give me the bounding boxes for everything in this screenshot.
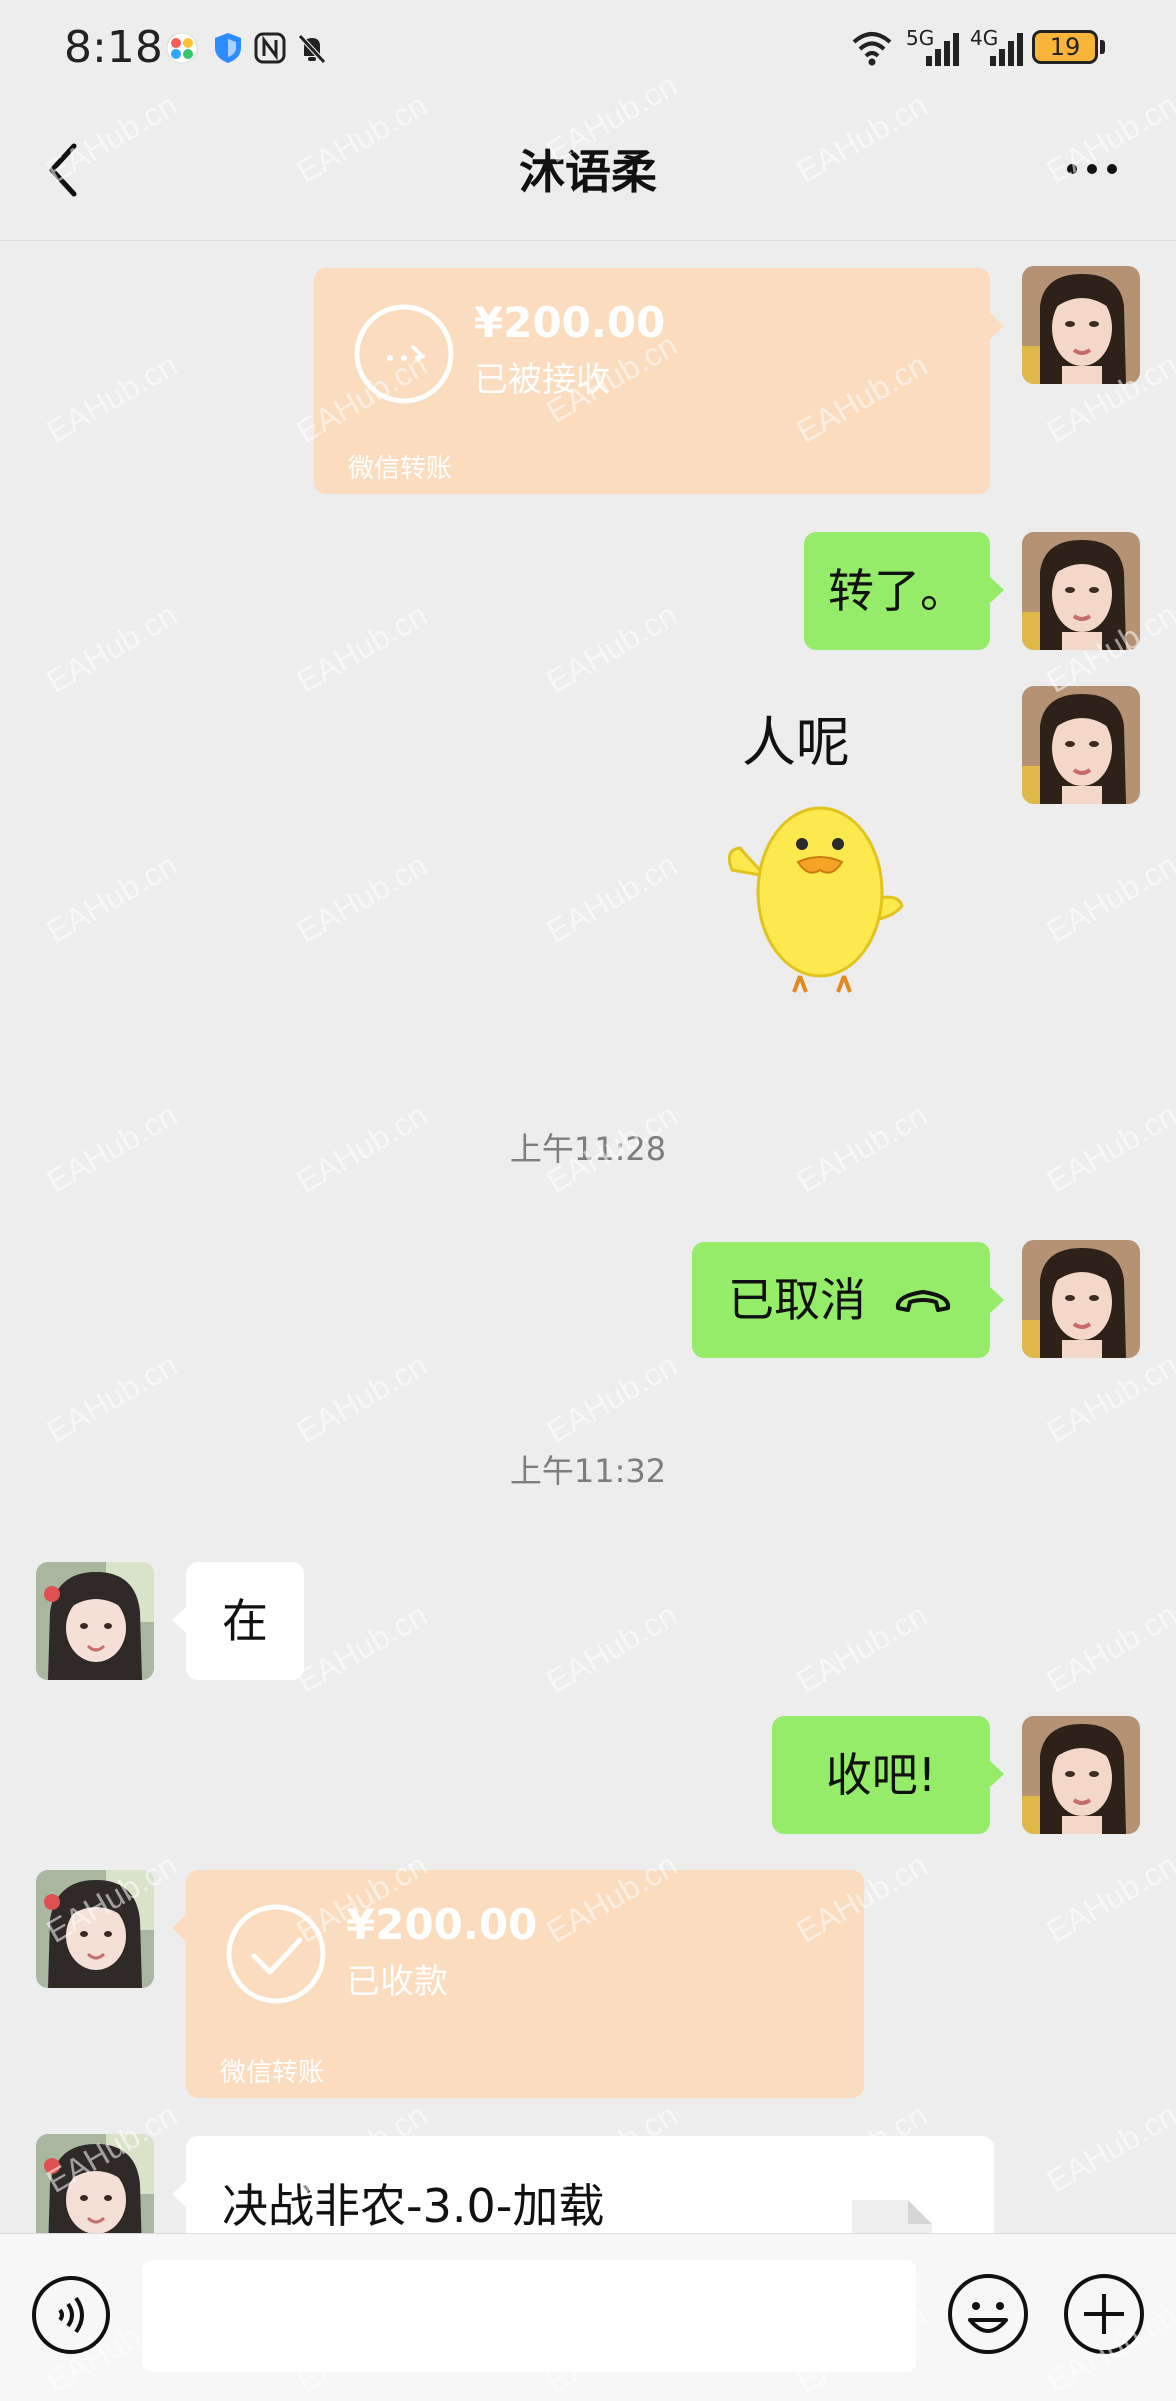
checkmark-circle-icon (226, 1904, 326, 2004)
watermark: EAHub.cn (540, 1346, 684, 1450)
transfer-received-icon (354, 304, 454, 404)
watermark: EAHub.cn (540, 596, 684, 700)
my-avatar[interactable] (1022, 532, 1140, 650)
message-text: 收吧! (825, 1748, 937, 1802)
mute-icon (298, 34, 326, 64)
timestamp: 上午11:32 (509, 1452, 667, 1490)
watermark: EAHub.cn (290, 846, 434, 950)
yellow-duck-sticker-icon (727, 806, 904, 993)
contact-avatar[interactable] (36, 1870, 154, 1988)
girl-portrait-icon (36, 1870, 154, 1988)
watermark: EAHub.cn (540, 1596, 684, 1700)
watermark: EAHub.cn (1040, 2096, 1176, 2200)
app-notification-icon (166, 32, 198, 64)
woman-portrait-icon (1022, 1716, 1140, 1834)
signal-4g-icon (990, 33, 1023, 66)
watermark: EAHub.cn (1040, 1596, 1176, 1700)
woman-portrait-icon (1022, 1240, 1140, 1358)
watermark: EAHub.cn (1040, 1846, 1176, 1950)
message-bubble-received[interactable]: 在 (172, 1562, 304, 1680)
status-time: 8:18 (64, 22, 163, 73)
timestamp: 上午11:28 (509, 1130, 667, 1168)
nfc-icon (254, 32, 286, 64)
battery-indicator: 19 (1032, 30, 1098, 64)
watermark: EAHub.cn (290, 1346, 434, 1450)
transfer-amount: ¥200.00 (474, 298, 666, 347)
woman-portrait-icon (1022, 266, 1140, 384)
watermark: EAHub.cn (290, 1596, 434, 1700)
more-options-icon[interactable] (1062, 154, 1122, 184)
transfer-status: 已收款 (346, 1962, 448, 2002)
hang-up-phone-icon (895, 1290, 951, 1312)
message-text: 已取消 (728, 1273, 866, 1327)
chat-title: 沐语柔 (519, 145, 657, 199)
emoji-icon[interactable] (946, 2272, 1030, 2356)
sticker-caption: 人呢 (742, 711, 850, 774)
message-bubble-sent[interactable]: 收吧! (772, 1716, 1004, 1834)
call-cancelled-bubble[interactable]: 已取消 (692, 1242, 1004, 1358)
message-input[interactable] (142, 2260, 916, 2372)
my-avatar[interactable] (1022, 266, 1140, 384)
watermark: EAHub.cn (40, 596, 184, 700)
chat-header: 沐语柔 (0, 100, 1176, 241)
wifi-icon (852, 32, 892, 66)
transfer-status: 已被接收 (474, 360, 610, 400)
woman-portrait-icon (1022, 532, 1140, 650)
contact-avatar[interactable] (36, 1562, 154, 1680)
message-text: 在 (222, 1594, 268, 1648)
file-name: 决战非农-3.0-加载 (222, 2179, 605, 2233)
plus-icon[interactable] (1062, 2272, 1146, 2356)
status-bar: 8:18 5G 4G 19 (0, 0, 1176, 100)
transfer-amount: ¥200.00 (346, 1900, 538, 1949)
my-avatar[interactable] (1022, 1240, 1140, 1358)
input-bar (0, 2233, 1176, 2401)
watermark: EAHub.cn (1040, 846, 1176, 950)
transfer-card-sent[interactable]: ¥200.00 已被接收 微信转账 (314, 268, 1004, 494)
girl-portrait-icon (36, 1562, 154, 1680)
transfer-footer: 微信转账 (348, 454, 453, 484)
watermark: EAHub.cn (790, 1596, 934, 1700)
message-text: 转了。 (828, 564, 966, 618)
watermark: EAHub.cn (1040, 1346, 1176, 1450)
signal-5g-icon (926, 33, 959, 66)
watermark: EAHub.cn (40, 846, 184, 950)
transfer-footer: 微信转账 (220, 2058, 325, 2088)
transfer-card-received[interactable]: ¥200.00 已收款 微信转账 (172, 1870, 864, 2098)
woman-portrait-icon (1022, 686, 1140, 804)
watermark: EAHub.cn (40, 346, 184, 450)
sticker-message[interactable]: 人呢 (720, 690, 980, 1010)
message-bubble-sent[interactable]: 转了。 (804, 532, 1004, 650)
shield-icon (215, 33, 241, 63)
watermark: EAHub.cn (540, 846, 684, 950)
watermark: EAHub.cn (290, 596, 434, 700)
watermark: EAHub.cn (40, 1346, 184, 1450)
my-avatar[interactable] (1022, 1716, 1140, 1834)
battery-tip (1100, 40, 1105, 54)
my-avatar[interactable] (1022, 686, 1140, 804)
voice-input-icon[interactable] (30, 2274, 112, 2356)
